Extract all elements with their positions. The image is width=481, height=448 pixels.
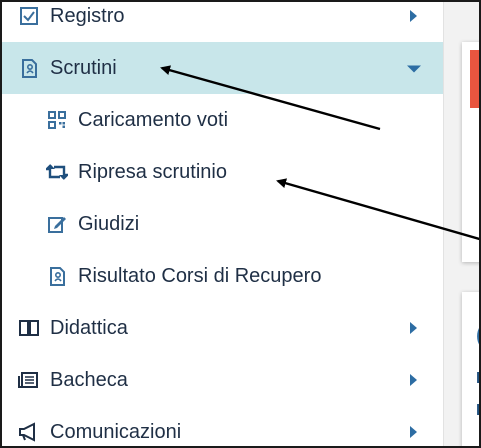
chevron-right-icon xyxy=(410,426,417,438)
sidebar-item-label: Bacheca xyxy=(50,368,128,391)
sidebar-item-label: Caricamento voti xyxy=(78,108,229,131)
card-text-fragment: ( xyxy=(476,322,479,348)
newspaper-icon xyxy=(18,369,40,391)
megaphone-icon xyxy=(18,421,40,443)
sidebar-item-risultato-corsi[interactable]: Risultato Corsi di Recupero xyxy=(2,250,443,302)
sidebar-menu: Registro Scrutini Caricamento voti Ripre… xyxy=(2,2,443,446)
sidebar-item-label: Comunicazioni xyxy=(50,420,182,443)
grid-icon xyxy=(46,109,68,131)
card-text-fragment: I xyxy=(476,402,481,419)
card-text-fragment: E xyxy=(476,370,479,388)
sidebar-item-caricamento-voti[interactable]: Caricamento voti xyxy=(2,94,443,146)
content-card xyxy=(462,42,479,262)
chevron-right-icon xyxy=(410,10,417,22)
retweet-icon xyxy=(46,161,68,183)
sidebar-item-comunicazioni[interactable]: Comunicazioni xyxy=(2,406,443,446)
sidebar-item-bacheca[interactable]: Bacheca xyxy=(2,354,443,406)
sidebar-item-label: Didattica xyxy=(50,316,128,339)
sidebar-item-didattica[interactable]: Didattica xyxy=(2,302,443,354)
sidebar-item-label: Ripresa scrutinio xyxy=(78,160,227,183)
sidebar-item-label: Giudizi xyxy=(78,212,140,235)
main-content-area: ( E I xyxy=(443,2,481,446)
edit-icon xyxy=(46,213,68,235)
book-icon xyxy=(18,317,40,339)
sidebar-item-scrutini[interactable]: Scrutini xyxy=(2,42,443,94)
clipboard-icon xyxy=(46,265,68,287)
chevron-down-icon xyxy=(407,65,421,73)
sidebar-item-label: Scrutini xyxy=(50,56,117,79)
checkbox-icon xyxy=(18,5,40,27)
screenshot-frame: Registro Scrutini Caricamento voti Ripre… xyxy=(0,0,481,448)
sidebar-item-ripresa-scrutinio[interactable]: Ripresa scrutinio xyxy=(2,146,443,198)
sidebar-item-registro[interactable]: Registro xyxy=(2,2,443,42)
clipboard-icon xyxy=(18,57,40,79)
sidebar-item-giudizi[interactable]: Giudizi xyxy=(2,198,443,250)
content-card: ( E I xyxy=(462,292,481,446)
chevron-right-icon xyxy=(410,374,417,386)
sidebar-item-label: Registro xyxy=(50,4,125,27)
sidebar-item-label: Risultato Corsi di Recupero xyxy=(78,264,322,287)
chevron-right-icon xyxy=(410,322,417,334)
alert-banner xyxy=(470,50,479,108)
